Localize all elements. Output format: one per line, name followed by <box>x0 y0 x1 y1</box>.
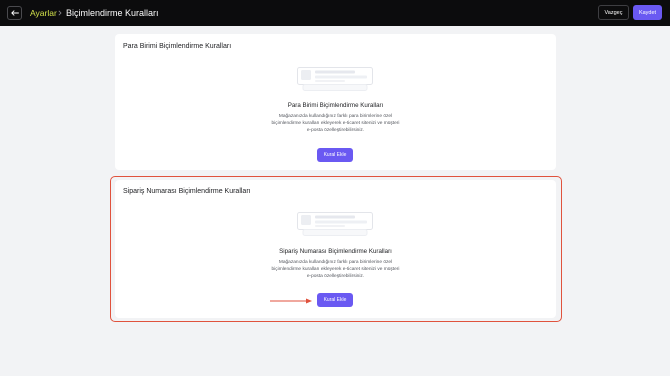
back-button[interactable] <box>7 6 22 20</box>
chevron-right-icon <box>57 8 63 18</box>
empty-state-illustration-icon <box>297 212 373 236</box>
add-rule-button[interactable]: Kural Ekle <box>317 148 353 162</box>
red-arrow-pointer-icon <box>270 298 312 304</box>
empty-state-description: Mağazanızda kullandığınız farklı para bi… <box>271 113 400 133</box>
section-title: Para Birimi Biçimlendirme Kuralları <box>123 43 232 50</box>
cancel-button[interactable]: Vazgeç <box>598 5 629 20</box>
empty-state-title: Para Birimi Biçimlendirme Kuralları <box>287 102 384 109</box>
breadcrumb-settings-link[interactable]: Ayarlar <box>30 8 57 18</box>
arrow-left-icon <box>10 10 19 16</box>
empty-state-description: Mağazanızda kullandığınız farklı para bi… <box>271 259 400 279</box>
empty-state-illustration-icon <box>297 67 373 91</box>
order-number-format-rules-card: Sipariş Numarası Biçimlendirme Kuralları… <box>115 180 556 318</box>
top-bar: Ayarlar Biçimlendirme Kuralları Vazgeç K… <box>0 0 670 26</box>
empty-state-title: Sipariş Numarası Biçimlendirme Kuralları <box>279 248 392 255</box>
save-button[interactable]: Kaydet <box>633 5 662 20</box>
page-title: Biçimlendirme Kuralları <box>66 8 159 18</box>
currency-format-rules-card: Para Birimi Biçimlendirme Kuralları Para… <box>115 34 556 170</box>
add-rule-button[interactable]: Kural Ekle <box>317 293 353 307</box>
section-title: Sipariş Numarası Biçimlendirme Kuralları <box>123 188 251 195</box>
